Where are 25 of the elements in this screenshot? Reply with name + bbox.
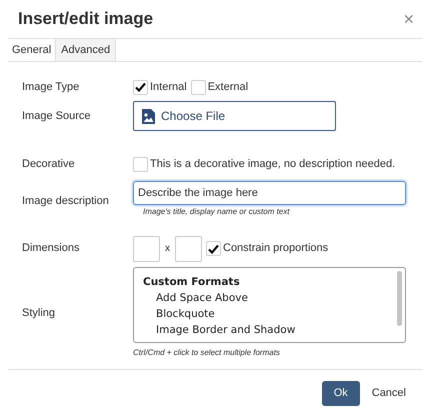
tab[interactable]: Advanced (55, 39, 116, 61)
format-list[interactable]: Custom Formats Add Space Above Blockquote Image Border and Shadow (133, 266, 406, 342)
checkbox-label: External (208, 80, 248, 95)
help-text: Ctrl/Cmd + click to select multiple formats (133, 346, 281, 358)
field-label: Styling (22, 306, 56, 320)
checkbox-label: Internal (150, 80, 187, 95)
field-label: Decorative (22, 157, 76, 172)
format-option[interactable]: Blockquote (143, 306, 405, 322)
cancel-button[interactable]: Cancel (364, 380, 414, 406)
ok-button[interactable]: Ok (322, 380, 360, 406)
close-button[interactable]: × (403, 10, 414, 28)
description-field[interactable]: Describe the image here (133, 180, 406, 204)
help-text: Image's title, display name or custom text (143, 206, 291, 218)
field-label: Dimensions (22, 241, 80, 256)
dimension-separator: x (165, 242, 170, 256)
format-option[interactable]: Add Space Above (143, 290, 405, 306)
field-label: Image Source (22, 108, 92, 124)
checkbox-label: This is a decorative image, no description needed. (150, 157, 396, 172)
field-label: Image Type (22, 80, 80, 95)
choose-file-button[interactable]: Choose File (133, 101, 336, 131)
field-label: Image description (22, 194, 110, 208)
dialog-title: Insert/edit image (18, 8, 154, 30)
checkbox-label: Constrain proportions (223, 241, 328, 256)
format-option[interactable]: Image Border and Shadow (143, 322, 405, 338)
format-group-heading: Custom Formats (143, 274, 241, 290)
